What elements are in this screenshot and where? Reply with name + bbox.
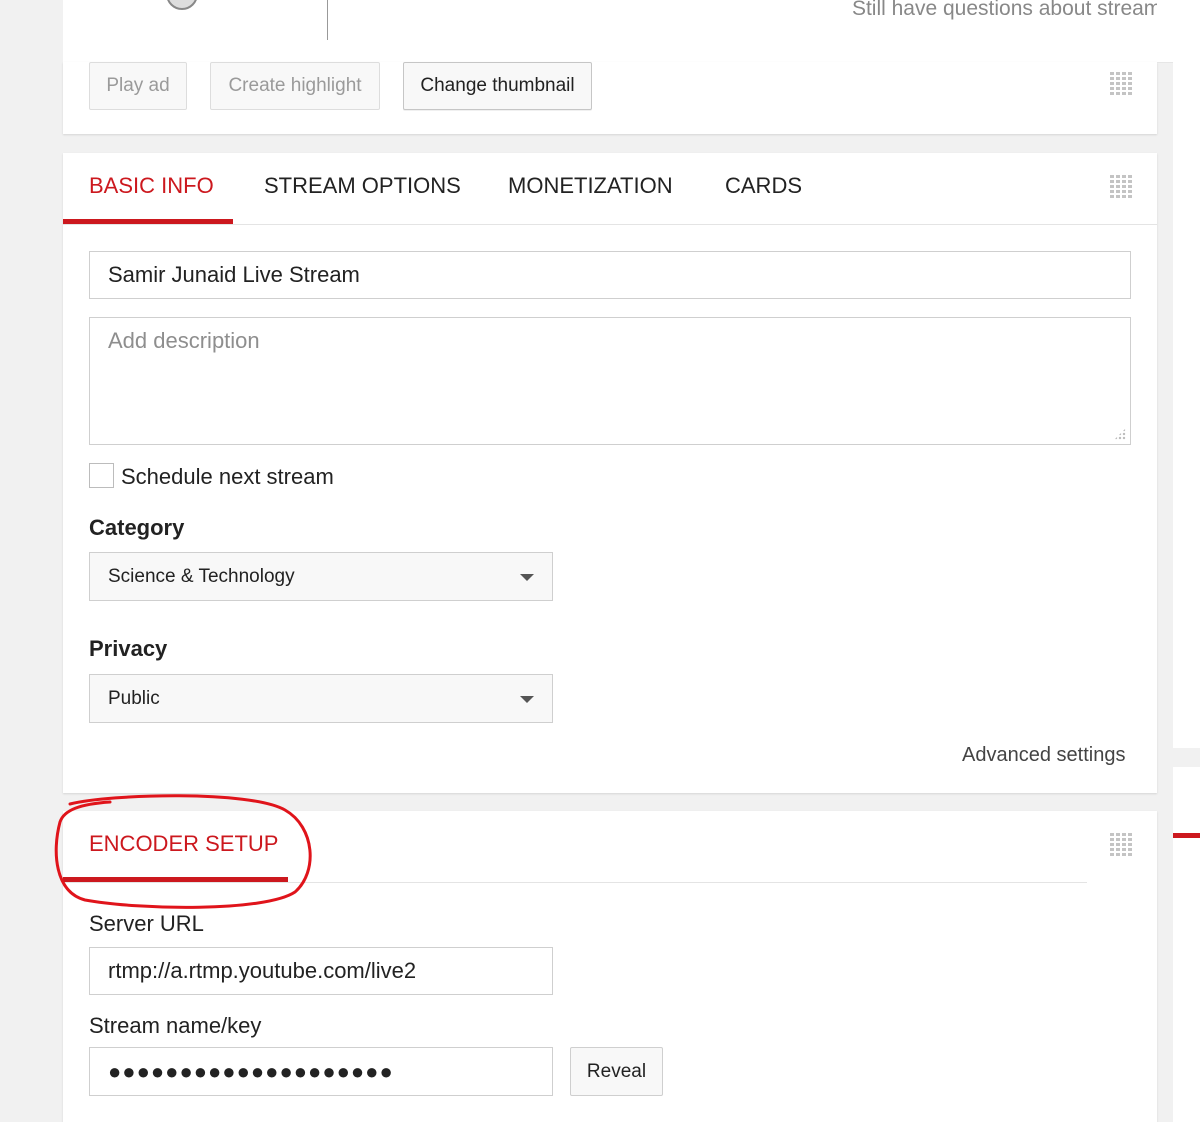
red-circle-annotation <box>54 794 312 909</box>
server-url-input[interactable]: rtmp://a.rtmp.youtube.com/live2 <box>89 947 553 995</box>
category-value: Science & Technology <box>108 565 295 587</box>
tab-stream-options[interactable]: STREAM OPTIONS <box>264 173 461 199</box>
schedule-next-stream-label: Schedule next stream <box>121 464 334 489</box>
advanced-settings-link[interactable]: Advanced settings <box>962 744 1125 767</box>
dropdown-caret-icon <box>520 573 534 581</box>
streaming-help-link[interactable]: Still have questions about streaming? <box>852 0 1200 21</box>
play-ad-button[interactable]: Play ad <box>89 62 187 110</box>
category-label: Category <box>89 515 185 540</box>
stream-key-input[interactable]: ●●●●●●●●●●●●●●●●●●●● <box>89 1047 553 1096</box>
change-thumbnail-button[interactable]: Change thumbnail <box>403 62 592 110</box>
top-header-strip: Still have questions about streaming? <box>63 0 1200 63</box>
right-tab-indicator <box>1173 833 1200 838</box>
stream-key-label: Stream name/key <box>89 1013 262 1038</box>
reveal-button[interactable]: Reveal <box>570 1047 663 1096</box>
server-url-label: Server URL <box>89 911 204 936</box>
avatar[interactable] <box>166 0 198 10</box>
drag-handle-icon[interactable] <box>1110 72 1132 96</box>
create-highlight-button[interactable]: Create highlight <box>210 62 380 110</box>
right-panel-header <box>1157 0 1200 63</box>
tab-basic-info[interactable]: BASIC INFO <box>89 173 214 199</box>
stream-actions-card: Play ad Create highlight Change thumbnai… <box>63 62 1157 134</box>
privacy-label: Privacy <box>89 636 168 661</box>
header-divider <box>327 0 328 40</box>
description-textarea[interactable]: Add description <box>89 317 1131 445</box>
schedule-next-stream-checkbox[interactable] <box>89 463 114 488</box>
category-select[interactable]: Science & Technology <box>89 552 553 601</box>
dropdown-caret-icon <box>520 695 534 703</box>
title-input[interactable]: Samir Junaid Live Stream <box>89 251 1131 299</box>
basic-info-card: BASIC INFO STREAM OPTIONS MONETIZATION C… <box>63 153 1157 793</box>
right-panel-card-lower <box>1173 767 1200 1122</box>
resize-grip-icon[interactable] <box>1114 428 1126 440</box>
active-tab-indicator <box>63 219 233 224</box>
tab-cards[interactable]: CARDS <box>725 173 802 199</box>
tab-bar: BASIC INFO STREAM OPTIONS MONETIZATION C… <box>63 153 1157 225</box>
drag-handle-icon[interactable] <box>1110 175 1132 199</box>
privacy-select[interactable]: Public <box>89 674 553 723</box>
right-panel-card <box>1173 62 1200 748</box>
privacy-value: Public <box>108 687 160 709</box>
description-placeholder: Add description <box>108 328 260 353</box>
drag-handle-icon[interactable] <box>1110 833 1132 857</box>
tab-monetization[interactable]: MONETIZATION <box>508 173 673 199</box>
